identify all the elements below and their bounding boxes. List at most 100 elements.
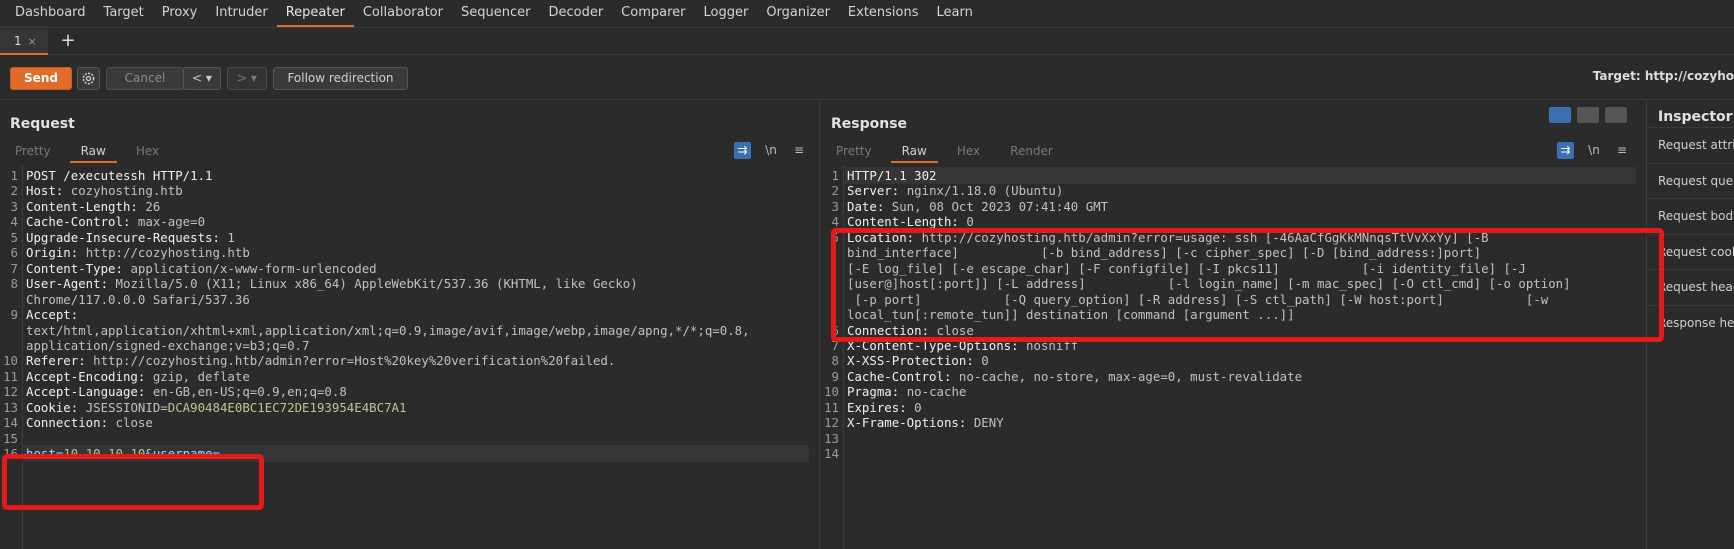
line-text: Accept-Encoding: gzip, deflate [26,368,250,385]
header-name: Upgrade-Insecure-Requests: [26,229,228,245]
line-text: Upgrade-Insecure-Requests: 1 [26,229,235,246]
line-number: 1 [10,168,18,183]
target-label[interactable]: Target: http://cozyho [1593,69,1734,83]
menu-item-learn[interactable]: Learn [928,0,982,27]
line-number: 9 [10,307,18,323]
repeater-tab-1[interactable]: 1 × [0,29,48,55]
header-name: Origin: [26,245,86,261]
tab-hex[interactable]: Hex [121,139,174,163]
back-button[interactable]: < ▾ [183,67,221,90]
line-text: Pragma: no-cache [847,383,966,400]
header-name: Cache-Control: [847,368,959,384]
menu-icon[interactable]: ≡ [1615,142,1629,159]
tab-pretty[interactable]: Pretty [821,139,887,163]
line-text: Cache-Control: max-age=0 [26,213,205,230]
line-number: 8 [10,276,18,292]
line-text: text/html,application/xhtml+xml,applicat… [26,322,750,339]
menu-item-proxy[interactable]: Proxy [153,0,207,27]
header-value: http://cozyhosting.htb [85,245,250,261]
menu-item-extensions[interactable]: Extensions [839,0,928,27]
menu-item-collaborator[interactable]: Collaborator [354,0,452,27]
line-text: Origin: http://cozyhosting.htb [26,244,250,261]
header-value: max-age=0 [137,214,206,230]
response-view-tabs: Pretty Raw Hex Render [821,139,1068,163]
inspector-section-1[interactable]: Request quer [1648,162,1734,199]
wrap-lines-icon[interactable]: ⇉ [734,142,751,159]
header-value: Chrome/117.0.0.0 Safari/537.36 [26,291,250,307]
tab-raw[interactable]: Raw [66,139,121,163]
line-text: User-Agent: Mozilla/5.0 (X11; Linux x86_… [26,275,638,292]
header-name: Cookie: [26,399,86,415]
menu-item-target[interactable]: Target [95,0,153,27]
line-number: 8 [831,353,839,369]
header-name: Date: [847,198,892,214]
tab-hex[interactable]: Hex [942,139,995,163]
menu-item-dashboard[interactable]: Dashboard [6,0,95,27]
gear-icon[interactable] [77,67,100,90]
header-name: Pragma: [847,384,907,400]
repeater-toolbar: Send Cancel < ▾ > ▾ Follow redirection T… [0,56,1734,100]
menu-item-organizer[interactable]: Organizer [757,0,839,27]
repeater-tab-strip: 1 × + [0,29,1734,55]
menu-item-comparer[interactable]: Comparer [612,0,694,27]
line-text: Cache-Control: no-cache, no-store, max-a… [847,368,1302,385]
send-button[interactable]: Send [10,67,72,90]
header-value: no-cache, no-store, max-age=0, must-reva… [958,368,1303,384]
header-name: Accept-Language: [26,384,153,400]
header-name: Connection: [26,415,116,431]
forward-button[interactable]: > ▾ [227,67,267,90]
header-value: close [115,415,153,431]
add-tab-button[interactable]: + [58,29,78,55]
line-number: 6 [10,245,18,261]
line-text: Accept: [26,306,78,323]
inspector-title: Inspector [1658,109,1733,125]
line-text: Accept-Language: en-GB,en-US;q=0.9,en;q=… [26,383,347,400]
menu-item-logger[interactable]: Logger [695,0,758,27]
line-text: Host: cozyhosting.htb [26,182,183,199]
top-bottom-layout-icon[interactable] [1577,107,1599,123]
header-name: Content-Length: [26,198,146,214]
menu-item-repeater[interactable]: Repeater [276,0,354,27]
side-by-side-layout-icon[interactable] [1549,107,1571,123]
line-text: Date: Sun, 08 Oct 2023 07:41:40 GMT [847,198,1108,215]
header-name: Cache-Control: [26,214,138,230]
header-value: nginx/1.18.0 (Ubuntu) [906,183,1064,199]
menu-item-decoder[interactable]: Decoder [539,0,612,27]
menu-item-sequencer[interactable]: Sequencer [452,0,539,27]
header-value: no-cache [906,384,967,400]
header-value: Sun, 08 Oct 2023 07:41:40 GMT [891,198,1109,214]
cancel-button[interactable]: Cancel [106,67,184,90]
tab-raw[interactable]: Raw [887,139,942,163]
line-number: 10 [3,353,18,369]
header-name: Accept: [26,307,79,323]
line-number: 2 [10,183,18,199]
newline-icon[interactable]: \n [1585,142,1603,159]
header-name: Server: [847,183,907,199]
header-value: 1 [227,229,235,245]
header-value: en-GB,en-US;q=0.9,en;q=0.8 [152,384,347,400]
wrap-lines-icon[interactable]: ⇉ [1557,142,1574,159]
menu-icon[interactable]: ≡ [792,142,806,159]
header-name: X-Frame-Options: [847,415,974,431]
tab-pretty[interactable]: Pretty [0,139,66,163]
line-text: Expires: 0 [847,399,922,416]
header-name: Referer: [26,353,94,369]
tab-render[interactable]: Render [995,139,1068,163]
line-number: 3 [831,198,839,214]
line-number: 1 [831,168,839,183]
line-text: Referer: http://cozyhosting.htb/admin?er… [26,352,615,369]
close-icon[interactable]: × [28,35,37,48]
line-number: 14 [824,446,839,462]
inspector-section-0[interactable]: Request attri [1648,127,1734,163]
line-number: 11 [3,368,18,384]
follow-redirection-button[interactable]: Follow redirection [273,67,408,90]
highlight-box-request-body [2,454,264,510]
single-pane-layout-icon[interactable] [1605,107,1627,123]
line-number: 5 [10,229,18,245]
newline-icon[interactable]: \n [762,142,780,159]
header-value: application/x-www-form-urlencoded [130,260,377,276]
menu-item-intruder[interactable]: Intruder [206,0,276,27]
response-editor[interactable]: 1 HTTP/1.1 302 2 Server: nginx/1.18.0 (Ubun… [821,165,1646,549]
header-name: Host: [26,183,71,199]
request-view-tabs: Pretty Raw Hex [0,139,174,163]
